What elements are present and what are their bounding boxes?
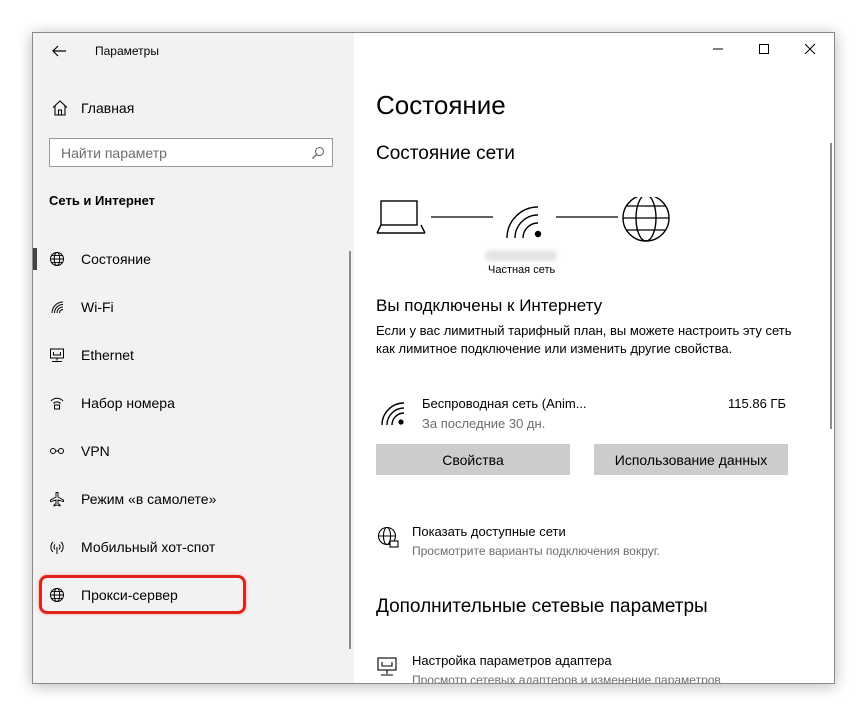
show-networks-subtitle: Просмотрите варианты подключения вокруг.: [412, 544, 660, 558]
search-icon[interactable]: [311, 146, 325, 160]
ethernet-icon: [50, 348, 64, 362]
globe-icon: [622, 197, 670, 242]
sidebar-item-ethernet[interactable]: Ethernet: [33, 331, 354, 379]
sidebar-item-label: Ethernet: [81, 347, 134, 363]
sidebar: Параметры Главная Сеть и Интернет: [33, 33, 354, 683]
adapter-icon: [377, 657, 397, 676]
search-box: [49, 138, 333, 167]
back-arrow-icon: [52, 45, 66, 57]
sidebar-item-label: VPN: [81, 443, 110, 459]
data-usage-button[interactable]: Использование данных: [594, 444, 788, 475]
app-title: Параметры: [95, 44, 159, 58]
connection-usage: 115.86 ГБ: [728, 396, 786, 411]
show-networks-title: Показать доступные сети: [412, 524, 566, 539]
main-panel: Состояние Состояние сети Частная сеть Вы…: [354, 33, 834, 683]
sidebar-item-label: Мобильный хот-спот: [81, 539, 216, 555]
sidebar-item-label: Режим «в самолете»: [81, 491, 217, 507]
sidebar-item-vpn[interactable]: VPN: [33, 427, 354, 475]
minimize-icon: [713, 48, 723, 50]
hotspot-icon: [50, 541, 64, 554]
computer-icon: [376, 200, 426, 234]
airplane-icon: [50, 492, 64, 507]
sidebar-item-label: Wi-Fi: [81, 299, 114, 315]
adapter-settings-subtitle: Просмотр сетевых адаптеров и изменение п…: [412, 673, 721, 684]
sidebar-item-status[interactable]: Состояние: [33, 235, 354, 283]
sidebar-item-airplane[interactable]: Режим «в самолете»: [33, 475, 354, 523]
globe-icon: [50, 252, 64, 266]
wifi-icon: [51, 301, 64, 314]
connection-row[interactable]: Беспроводная сеть (Anim... За последние …: [376, 389, 796, 439]
settings-window: Параметры Главная Сеть и Интернет: [32, 32, 835, 684]
advanced-settings-title: Дополнительные сетевые параметры: [376, 596, 708, 617]
home-label: Главная: [81, 100, 135, 116]
network-name-blurred: [485, 250, 557, 261]
sidebar-item-label: Набор номера: [81, 395, 175, 411]
section-title: Сеть и Интернет: [49, 193, 156, 208]
sidebar-scrollbar[interactable]: [349, 251, 351, 649]
network-type-label: Частная сеть: [488, 264, 556, 276]
search-input[interactable]: [50, 139, 311, 166]
properties-button[interactable]: Свойства: [376, 444, 570, 475]
show-networks-link[interactable]: Показать доступные сети Просмотрите вари…: [376, 524, 796, 564]
network-status-title: Состояние сети: [376, 143, 515, 164]
back-button[interactable]: [49, 41, 69, 61]
connection-period: За последние 30 дн.: [422, 416, 546, 431]
sidebar-item-dialup[interactable]: Набор номера: [33, 379, 354, 427]
sidebar-nav: Состояние Wi-Fi Ethernet Набор номера VP…: [33, 235, 354, 619]
wifi-icon: [381, 402, 405, 426]
network-diagram: [376, 197, 670, 242]
connection-name: Беспроводная сеть (Anim...: [422, 396, 587, 411]
home-icon: [52, 100, 68, 116]
maximize-button[interactable]: [741, 33, 787, 65]
close-button[interactable]: [787, 33, 833, 65]
vpn-icon: [50, 448, 64, 454]
highlight-frame: [39, 575, 246, 614]
dialup-icon: [50, 397, 64, 410]
page-title: Состояние: [376, 90, 506, 120]
sidebar-item-wifi[interactable]: Wi-Fi: [33, 283, 354, 331]
adapter-settings-link[interactable]: Настройка параметров адаптера Просмотр с…: [376, 653, 796, 684]
adapter-settings-title: Настройка параметров адаптера: [412, 653, 612, 668]
wifi-signal-icon: [506, 206, 542, 239]
home-link[interactable]: Главная: [49, 97, 339, 123]
main-scrollbar[interactable]: [830, 143, 832, 429]
connected-description: Если у вас лимитный тарифный план, вы мо…: [376, 323, 792, 356]
maximize-icon: [759, 44, 769, 54]
sidebar-item-label: Состояние: [81, 251, 151, 267]
connected-title: Вы подключены к Интернету: [376, 296, 603, 315]
close-icon: [804, 43, 816, 55]
sidebar-item-hotspot[interactable]: Мобильный хот-спот: [33, 523, 354, 571]
minimize-button[interactable]: [695, 33, 741, 65]
network-globe-icon: [377, 526, 399, 548]
